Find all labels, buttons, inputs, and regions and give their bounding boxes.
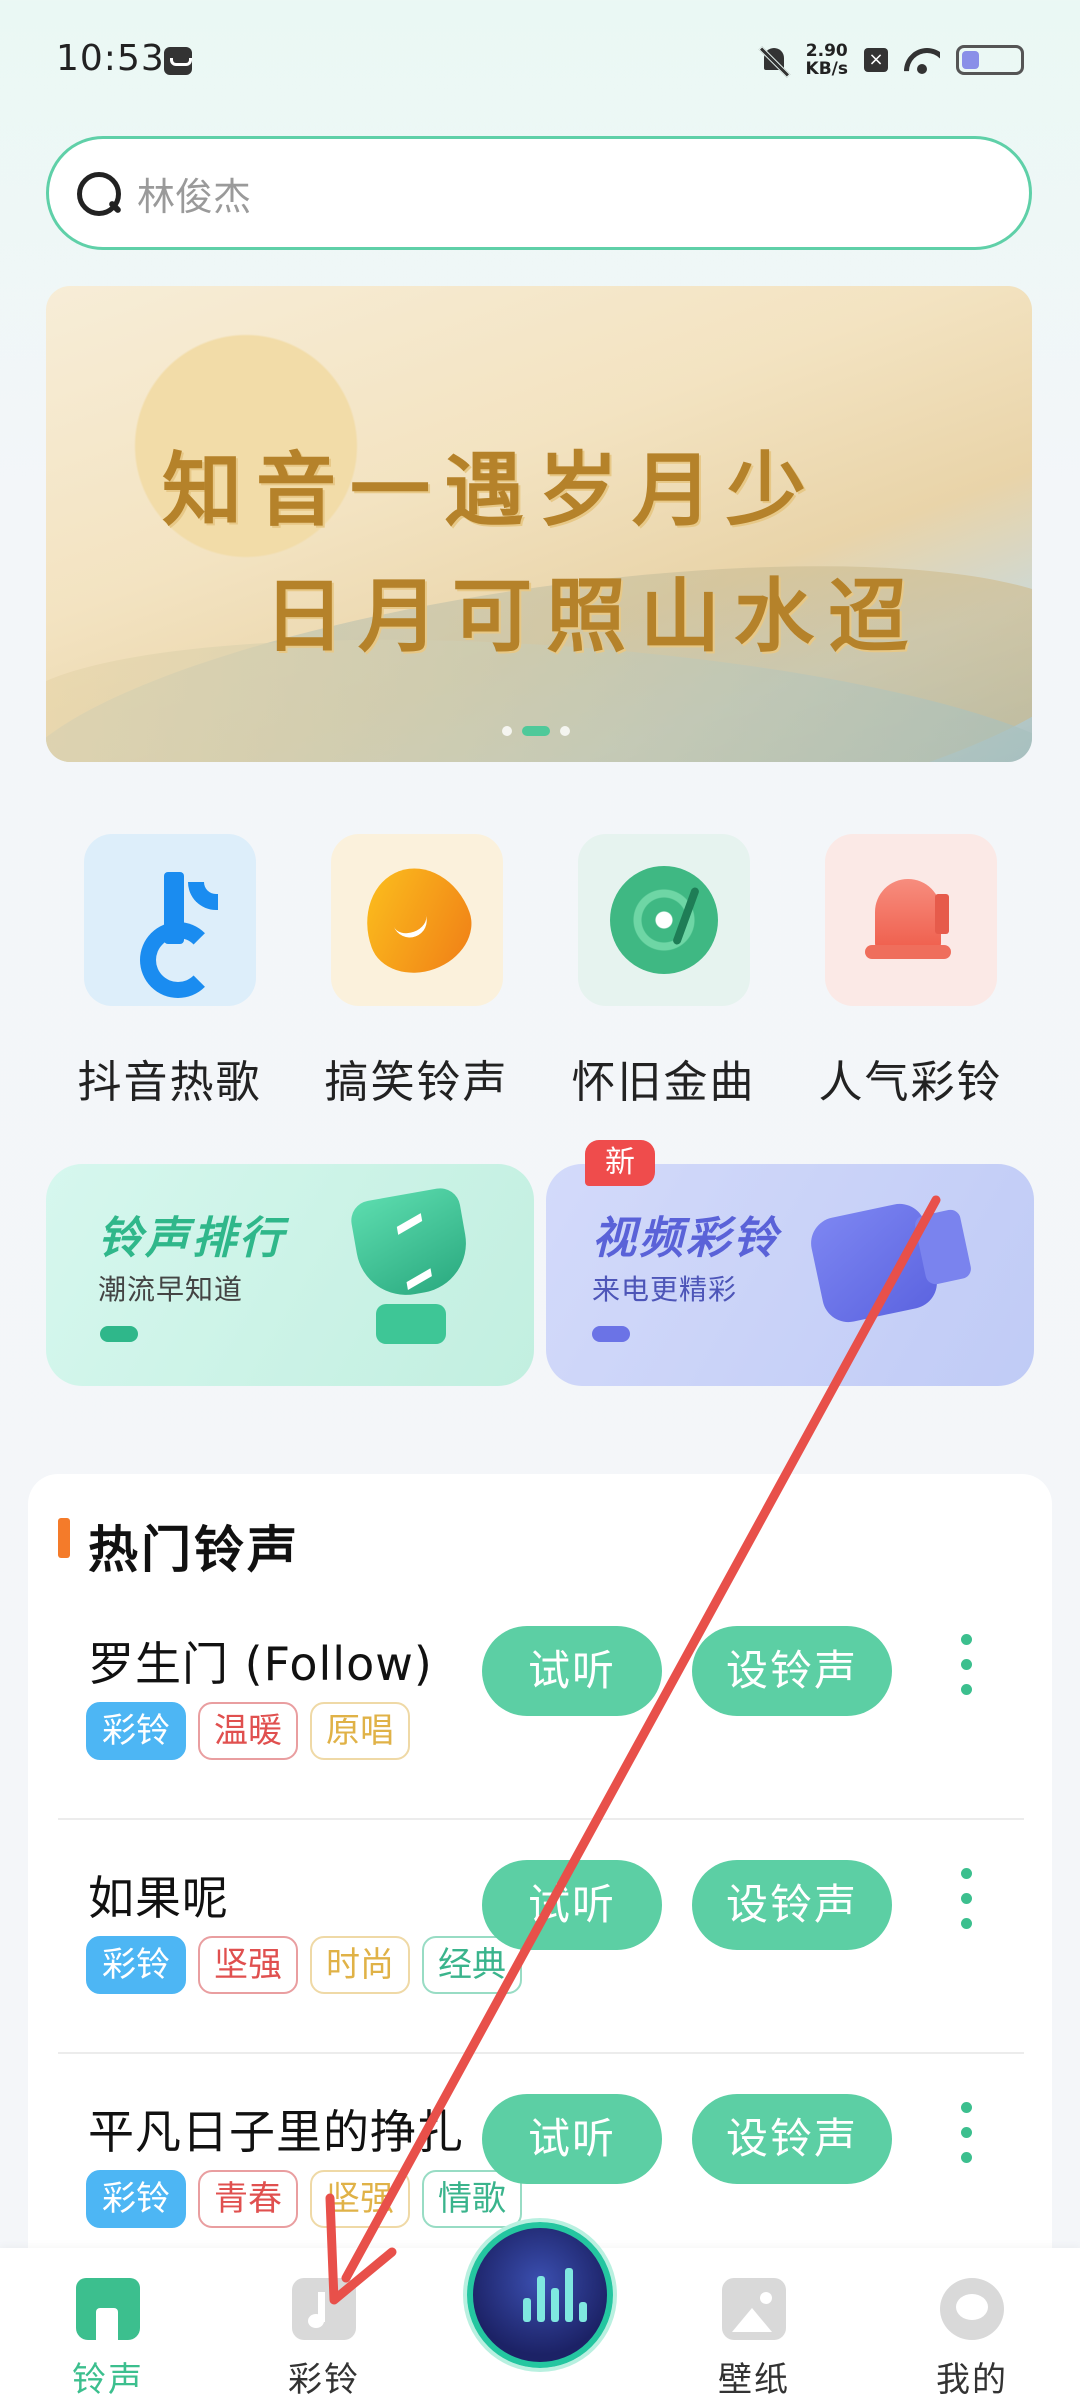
ranking-title: 铃声排行 [98, 1213, 286, 1264]
listen-button[interactable]: 试听 [482, 1860, 662, 1950]
tag: 坚强 [198, 1936, 298, 1994]
network-speed: 2.90 KB/s [806, 42, 848, 78]
tag: 温暖 [198, 1702, 298, 1760]
song-tags: 彩铃 温暖 原唱 [86, 1702, 410, 1760]
battery-icon [956, 45, 1024, 75]
no-sim-icon: × [864, 48, 888, 72]
tag-cailing: 彩铃 [86, 1936, 186, 1994]
banner-text-line2: 日月可照山水迢 [264, 569, 922, 663]
banner-text-line1: 知音一遇岁月少 [162, 443, 820, 537]
status-time: 10:53 [56, 38, 165, 79]
more-options-icon[interactable] [958, 1868, 974, 1940]
tag-cailing: 彩铃 [86, 1702, 186, 1760]
tag: 原唱 [310, 1702, 410, 1760]
tag: 坚强 [310, 2170, 410, 2228]
nav-label: 我的 [936, 2360, 1008, 2400]
new-badge: 新 [585, 1140, 655, 1186]
status-icons: 2.90 KB/s × [758, 42, 1024, 78]
banner-carousel[interactable]: 知音一遇岁月少 日月可照山水迢 [46, 286, 1032, 762]
status-bar: 10:53 2.90 KB/s × [0, 0, 1080, 120]
category-label: 抖音热歌 [77, 1057, 262, 1108]
music-visualizer-button[interactable] [467, 2222, 613, 2368]
home-icon [76, 2278, 140, 2340]
nav-label: 壁纸 [718, 2360, 790, 2400]
song-tags: 彩铃 坚强 时尚 经典 [86, 1936, 522, 1994]
banner-dot [560, 726, 570, 736]
wifi-icon [904, 46, 940, 74]
music-note-icon [292, 2278, 356, 2340]
banner-dot-active [522, 726, 550, 736]
category-label: 人气彩铃 [818, 1057, 1003, 1108]
nav-label: 彩铃 [288, 2360, 360, 2400]
category-grid: 抖音热歌 搞笑铃声 怀旧金曲 人气彩铃 [0, 834, 1080, 1110]
image-icon [722, 2278, 786, 2340]
network-speed-value: 2.90 [805, 41, 848, 61]
song-name: 平凡日子里的挣扎 [88, 2105, 464, 2159]
video-camera-icon [806, 1199, 973, 1327]
nav-ringback[interactable]: 彩铃 [264, 2278, 384, 2401]
category-popular[interactable]: 人气彩铃 [787, 834, 1034, 1110]
network-speed-unit: KB/s [805, 59, 848, 79]
music-visualizer-icon [523, 2268, 587, 2322]
category-label: 怀旧金曲 [571, 1057, 756, 1108]
listen-button[interactable]: 试听 [482, 2094, 662, 2184]
set-ringtone-button[interactable]: 设铃声 [692, 2094, 892, 2184]
nav-label: 铃声 [72, 2360, 144, 2400]
ranking-subtitle: 潮流早知道 [98, 1273, 244, 1306]
battery-level [962, 51, 979, 69]
video-ringback-subtitle: 来电更精彩 [592, 1273, 738, 1306]
ranking-pill-decoration [100, 1326, 138, 1342]
tag: 时尚 [310, 1936, 410, 1994]
banner-page-indicator [502, 726, 570, 736]
set-ringtone-button[interactable]: 设铃声 [692, 1860, 892, 1950]
video-pill-decoration [592, 1326, 630, 1342]
tag: 青春 [198, 2170, 298, 2228]
video-ringback-title: 视频彩铃 [592, 1213, 780, 1264]
ringtone-ranking-card[interactable]: 铃声排行 潮流早知道 [46, 1164, 534, 1386]
category-label: 搞笑铃声 [324, 1057, 509, 1108]
set-ringtone-button[interactable]: 设铃声 [692, 1626, 892, 1716]
section-title: 热门铃声 [88, 1521, 300, 1579]
banner-dot [502, 726, 512, 736]
nav-wallpaper[interactable]: 壁纸 [694, 2278, 814, 2401]
song-row[interactable]: 罗生门 (Follow) 彩铃 温暖 原唱 试听 设铃声 [58, 1586, 1024, 1820]
nav-profile[interactable]: 我的 [912, 2278, 1032, 2401]
vinyl-disc-icon [577, 834, 750, 1006]
more-options-icon[interactable] [958, 2102, 974, 2174]
song-name: 如果呢 [88, 1871, 229, 1925]
douyin-note-icon [83, 834, 256, 1006]
song-name: 罗生门 (Follow) [88, 1637, 433, 1691]
trophy-icon [336, 1185, 486, 1354]
video-ringback-card[interactable]: 视频彩铃 来电更精彩 [546, 1164, 1034, 1386]
bell-icon [824, 834, 997, 1006]
bell-off-icon [758, 44, 790, 76]
message-notification-icon [164, 47, 192, 75]
song-row[interactable]: 如果呢 彩铃 坚强 时尚 经典 试听 设铃声 [58, 1820, 1024, 2054]
search-placeholder: 林俊杰 [137, 174, 252, 219]
profile-icon [940, 2278, 1004, 2340]
search-input[interactable]: 林俊杰 [46, 136, 1032, 250]
more-options-icon[interactable] [958, 1634, 974, 1706]
category-douyin[interactable]: 抖音热歌 [46, 834, 293, 1110]
song-tags: 彩铃 青春 坚强 情歌 [86, 2170, 522, 2228]
tag-cailing: 彩铃 [86, 2170, 186, 2228]
nav-ringtones[interactable]: 铃声 [48, 2278, 168, 2401]
category-funny[interactable]: 搞笑铃声 [293, 834, 540, 1110]
funny-phone-icon [330, 834, 503, 1006]
section-title-accent [58, 1518, 70, 1558]
search-icon [75, 170, 121, 216]
listen-button[interactable]: 试听 [482, 1626, 662, 1716]
category-oldies[interactable]: 怀旧金曲 [540, 834, 787, 1110]
